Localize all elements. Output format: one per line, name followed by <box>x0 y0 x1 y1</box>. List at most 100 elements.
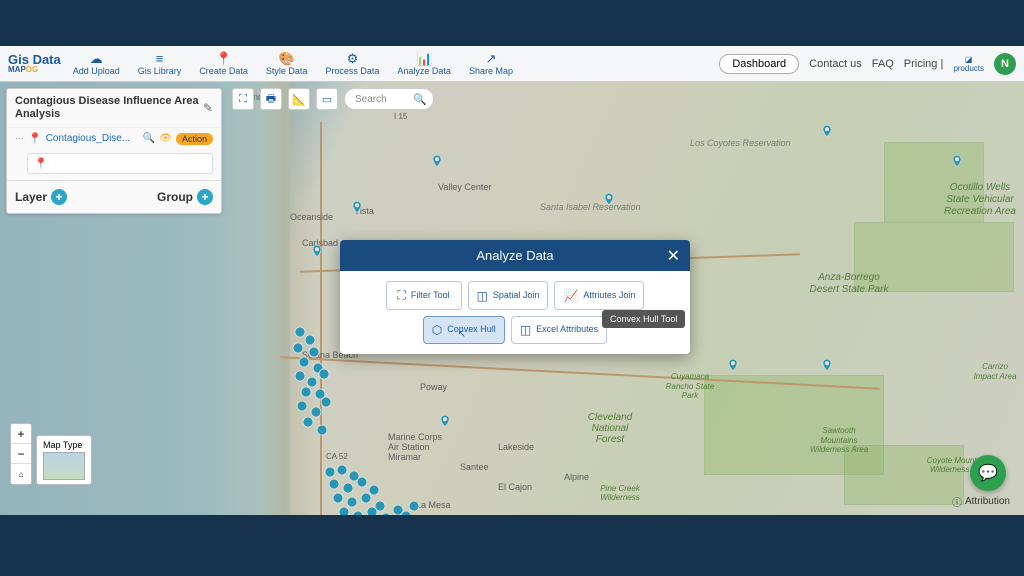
convex-hull-tooltip: Convex Hull Tool <box>602 310 685 328</box>
nav-create-data[interactable]: 📍Create Data <box>193 52 254 76</box>
map-marker[interactable] <box>438 412 452 430</box>
excel-icon: ◫ <box>520 323 531 337</box>
label-anza: Anza-Borrego Desert State Park <box>804 272 894 296</box>
filter-icon: ⛶ <box>397 288 405 303</box>
zoom-in-button[interactable]: + <box>11 424 31 444</box>
excel-attributes-button[interactable]: ◫Excel Attributes <box>511 316 607 344</box>
chart-icon: 📊 <box>416 52 432 65</box>
gear-icon: ⚙ <box>347 52 359 65</box>
visibility-icon[interactable]: 👁 <box>159 133 172 144</box>
chart-icon: 📈 <box>563 289 578 303</box>
close-icon[interactable]: ✕ <box>667 246 680 266</box>
map-marker[interactable] <box>820 122 834 140</box>
zoom-to-layer-icon[interactable]: 🔍 <box>143 133 155 144</box>
library-icon: ≡ <box>156 52 164 65</box>
zoom-out-button[interactable]: − <box>11 444 31 464</box>
analyze-data-modal: Analyze Data ✕ ⛶Filter Tool ◫Spatial Joi… <box>340 240 690 354</box>
label-poway: Poway <box>420 382 447 392</box>
map-marker[interactable] <box>430 152 444 170</box>
zoom-home-button[interactable]: ⌂ <box>11 464 31 484</box>
map-toolbar: ⛶ 🖶 📐 ▭ Search 🔍 <box>232 88 434 110</box>
zoom-control: + − ⌂ <box>10 423 32 485</box>
symbol-pin-icon: 📍 <box>34 157 48 170</box>
plus-icon: + <box>197 189 213 205</box>
label-ca52: CA 52 <box>326 452 348 461</box>
plus-icon: + <box>51 189 67 205</box>
map-search-input[interactable]: Search 🔍 <box>344 88 434 110</box>
convex-hull-button[interactable]: ⬡Convex Hull↖ <box>423 316 505 344</box>
nav-style-data[interactable]: 🎨Style Data <box>260 52 314 76</box>
label-elcajon: El Cajon <box>498 482 532 492</box>
maptype-thumbnail <box>43 452 85 480</box>
map-marker[interactable] <box>350 198 364 216</box>
label-carrizo: Carrizo Impact Area <box>970 362 1020 381</box>
chat-button[interactable]: 💬 <box>970 455 1006 491</box>
modal-title: Analyze Data <box>476 248 553 263</box>
hull-icon: ⬡ <box>432 323 442 337</box>
chat-icon: 💬 <box>978 463 998 483</box>
expand-icon[interactable]: ⛶ <box>232 88 254 110</box>
filter-tool-button[interactable]: ⛶Filter Tool <box>386 281 462 310</box>
nav-gis-library[interactable]: ≡Gis Library <box>132 52 188 76</box>
project-title: Contagious Disease Influence Area Analys… <box>15 95 203 121</box>
join-icon: ◫ <box>477 289 488 303</box>
basemap-switcher[interactable]: Map Type <box>36 435 92 485</box>
brand-logo: Gis Data MAPOG <box>8 53 61 74</box>
layer-symbology[interactable]: 📍 <box>27 153 213 174</box>
measure-icon[interactable]: 📐 <box>288 88 310 110</box>
label-pine-creek: Pine Creek Wilderness <box>590 484 650 503</box>
pricing-link[interactable]: Pricing | <box>904 58 944 70</box>
palette-icon: 🎨 <box>279 52 295 65</box>
map-marker[interactable] <box>602 190 616 208</box>
map-attribution[interactable]: ⓘAttribution <box>952 494 1010 509</box>
contact-link[interactable]: Contact us <box>809 58 862 70</box>
nav-share-map[interactable]: ↗Share Map <box>463 52 519 76</box>
spatial-join-button[interactable]: ◫Spatial Join <box>468 281 549 310</box>
label-santee: Santee <box>460 462 489 472</box>
label-sawtooth: Sawtooth Mountains Wilderness Area <box>804 426 874 455</box>
label-los-coyotes: Los Coyotes Reservation <box>690 138 791 148</box>
map-marker[interactable] <box>820 356 834 374</box>
add-group-button[interactable]: Group+ <box>157 189 213 205</box>
marker-cluster[interactable] <box>320 462 430 515</box>
edit-title-icon[interactable]: ✎ <box>203 101 213 115</box>
cloud-upload-icon: ☁ <box>90 52 103 65</box>
layer-pin-icon: 📍 <box>28 132 42 145</box>
layer-action-button[interactable]: Action <box>176 133 213 145</box>
label-lakeside: Lakeside <box>498 442 534 452</box>
map-marker[interactable] <box>950 152 964 170</box>
label-cleveland: Cleveland National Forest <box>580 412 640 445</box>
map-marker[interactable] <box>726 356 740 374</box>
label-ocotillo: Ocotillo Wells State Vehicular Recreatio… <box>940 182 1020 218</box>
cube-icon: ◪ <box>965 55 973 64</box>
pin-icon: 📍 <box>215 52 231 65</box>
top-navbar: Gis Data MAPOG ☁Add Upload ≡Gis Library … <box>0 46 1024 82</box>
print-icon[interactable]: 🖶 <box>260 88 282 110</box>
label-oceanside: Oceanside <box>290 212 333 222</box>
layer-name[interactable]: Contagious_Dise... <box>46 133 139 144</box>
add-layer-button[interactable]: Layer+ <box>15 189 67 205</box>
maptype-label: Map Type <box>43 440 85 450</box>
select-icon[interactable]: ▭ <box>316 88 338 110</box>
label-valley-center: Valley Center <box>438 182 491 192</box>
cursor-icon: ↖ <box>458 329 466 340</box>
nav-process-data[interactable]: ⚙Process Data <box>319 52 385 76</box>
info-icon: ⓘ <box>952 494 962 509</box>
attributes-join-button[interactable]: 📈Attriutes Join <box>554 281 644 310</box>
nav-analyze-data[interactable]: 📊Analyze Data <box>391 52 457 76</box>
dashboard-button[interactable]: Dashboard <box>719 54 799 74</box>
drag-handle-icon[interactable]: ⋯ <box>15 133 24 144</box>
layers-panel: Contagious Disease Influence Area Analys… <box>6 88 222 214</box>
products-menu[interactable]: ◪products <box>953 55 984 73</box>
label-alpine: Alpine <box>564 472 589 482</box>
user-avatar[interactable]: N <box>994 53 1016 75</box>
label-i15: I 15 <box>394 112 407 121</box>
label-miramar: Marine Corps Air Station Miramar <box>388 432 448 462</box>
nav-add-upload[interactable]: ☁Add Upload <box>67 52 126 76</box>
search-icon: 🔍 <box>413 93 427 106</box>
share-icon: ↗ <box>486 52 497 65</box>
label-cuyamaca: Cuyamaca Rancho State Park <box>660 372 720 401</box>
map-marker[interactable] <box>310 242 324 260</box>
faq-link[interactable]: FAQ <box>872 58 894 70</box>
label-santa-isabel: Santa Isabel Reservation <box>540 202 641 212</box>
